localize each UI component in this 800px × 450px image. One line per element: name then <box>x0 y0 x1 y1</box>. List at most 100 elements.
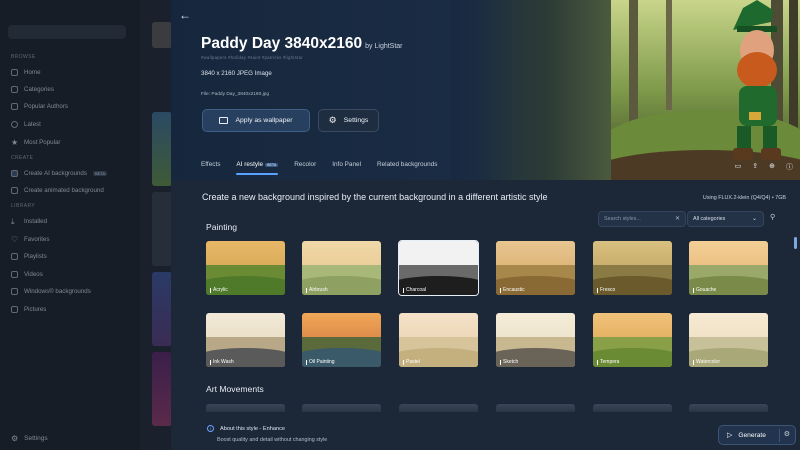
background-thumbnail <box>152 22 172 48</box>
back-arrow-icon[interactable]: ← <box>179 8 191 22</box>
detail-panel: ← Paddy Day 3840x2160 by LightStar #wallp… <box>171 0 800 450</box>
sidebar-item-label: Categories <box>24 85 54 93</box>
settings-button[interactable]: ⚙ Settings <box>318 109 379 132</box>
style-card-airbrush[interactable]: Airbrush <box>302 241 381 295</box>
sidebar-item-favorites[interactable]: ♡ Favorites <box>11 233 49 245</box>
sidebar-item-label: Pictures <box>24 305 47 313</box>
tab-info-panel[interactable]: Info Panel <box>332 161 361 174</box>
section-title-art-movements: Art Movements <box>206 384 264 394</box>
hero-banner: ← Paddy Day 3840x2160 by LightStar #wallp… <box>171 0 800 180</box>
style-card-ink-wash[interactable]: Ink Wash <box>206 313 285 367</box>
sidebar: BROWSE Home Categories Popular Authors L… <box>0 0 140 450</box>
restyle-headline: Create a new background inspired by the … <box>202 192 548 202</box>
title-text: Paddy Day 3840x2160 <box>201 35 363 52</box>
apply-wallpaper-label: Apply as wallpaper <box>235 117 293 124</box>
category-select[interactable]: All categories ⌄ <box>687 211 764 227</box>
style-card-watercolor[interactable]: Watercolor <box>689 313 768 367</box>
section-title-painting: Painting <box>206 222 238 232</box>
sidebar-item-label: Latest <box>24 120 41 128</box>
sidebar-search-input[interactable] <box>8 25 126 39</box>
sidebar-item-windows-backgrounds[interactable]: Windows® backgrounds <box>11 285 91 297</box>
download-icon: ⤓ <box>11 216 15 226</box>
sidebar-item-pictures[interactable]: Pictures <box>11 303 46 315</box>
style-card-partial[interactable] <box>399 404 478 412</box>
generate-button[interactable]: ▷ Generate ⚙ <box>718 425 796 445</box>
sidebar-item-label: Favorites <box>24 235 50 243</box>
sidebar-item-create-animated[interactable]: Create animated background <box>11 184 104 196</box>
info-icon: i <box>207 425 214 432</box>
style-label: Fresco <box>597 287 615 293</box>
info-icon[interactable]: ⓘ <box>786 162 793 172</box>
style-card-partial[interactable] <box>302 404 381 412</box>
sidebar-item-most-popular[interactable]: ★ Most Popular <box>11 136 60 148</box>
style-label: Acrylic <box>210 287 228 293</box>
sidebar-settings-label: Settings <box>24 435 48 442</box>
gear-icon: ⚙ <box>328 115 337 125</box>
gear-icon: ⚙ <box>11 434 19 443</box>
sidebar-item-label: Videos <box>24 270 43 278</box>
style-card-charcoal[interactable]: Charcoal <box>398 240 479 296</box>
search-styles-input[interactable]: Search styles... ✕ <box>598 211 686 227</box>
style-card-gouache[interactable]: Gouache <box>689 241 768 295</box>
style-card-encaustic[interactable]: Encaustic <box>496 241 575 295</box>
image-type: 3840 x 2160 JPEG Image <box>201 70 272 77</box>
tag-list[interactable]: #wallpapers #holiday #saint #patricks #l… <box>201 55 303 60</box>
sidebar-item-latest[interactable]: Latest <box>11 118 41 130</box>
style-card-oil-painting[interactable]: Oil Painting <box>302 313 381 367</box>
folder-icon[interactable]: ▭ <box>735 162 742 172</box>
style-card-partial[interactable] <box>496 404 575 412</box>
tab-label: Effects <box>201 161 221 168</box>
sidebar-item-installed[interactable]: ⤓ Installed <box>11 215 47 227</box>
style-card-sketch[interactable]: Sketch <box>496 313 575 367</box>
style-card-acrylic[interactable]: Acrylic <box>206 241 285 295</box>
sidebar-settings[interactable]: ⚙ Settings <box>11 434 48 443</box>
style-card-pastel[interactable]: Pastel <box>399 313 478 367</box>
category-value: All categories <box>693 216 726 222</box>
filter-icon[interactable]: ⚲ <box>770 213 775 221</box>
sidebar-item-home[interactable]: Home <box>11 66 41 78</box>
style-card-tempera[interactable]: Tempera <box>593 313 672 367</box>
style-label: Airbrush <box>306 287 328 293</box>
model-info: Using FLUX.2-klein (Q4/Q4) • 7GB <box>702 195 786 201</box>
style-card-partial[interactable] <box>206 404 285 412</box>
about-description: Boost quality and detail without changin… <box>217 437 328 443</box>
gear-icon[interactable]: ⚙ <box>784 430 790 438</box>
tab-effects[interactable]: Effects <box>201 161 220 174</box>
generate-label: Generate <box>738 431 766 439</box>
categories-icon <box>11 85 18 93</box>
style-card-partial[interactable] <box>593 404 672 412</box>
sidebar-item-popular-authors[interactable]: Popular Authors <box>11 100 68 112</box>
star-icon: ★ <box>11 137 19 147</box>
apply-wallpaper-button[interactable]: Apply as wallpaper <box>202 109 310 132</box>
style-label: Gouache <box>693 287 716 293</box>
style-label: Charcoal <box>403 287 426 293</box>
heart-icon: ♡ <box>11 234 19 244</box>
pictures-icon <box>11 305 18 313</box>
tab-ai-restyle[interactable]: AI restyle BETA <box>236 161 279 175</box>
style-card-partial[interactable] <box>689 404 768 412</box>
tab-recolor[interactable]: Recolor <box>294 161 316 174</box>
share-icon[interactable]: ⇪ <box>752 162 758 172</box>
background-thumbnail <box>152 112 172 186</box>
author-link[interactable]: by LightStar <box>365 43 402 50</box>
authors-icon <box>11 102 18 110</box>
tab-label: Related backgrounds <box>377 161 438 168</box>
sidebar-item-create-ai[interactable]: Create AI backgrounds BETA <box>11 167 108 179</box>
sidebar-heading-browse: BROWSE <box>11 54 36 60</box>
style-label: Watercolor <box>693 359 720 365</box>
style-about: i About this style - Enhance <box>207 425 285 432</box>
play-icon: ▷ <box>727 432 733 439</box>
clear-icon[interactable]: ✕ <box>675 215 680 222</box>
globe-icon[interactable]: ⊕ <box>769 162 775 172</box>
sidebar-item-playlists[interactable]: Playlists <box>11 250 47 262</box>
playlist-icon <box>11 252 18 260</box>
sidebar-heading-library: LIBRARY <box>11 203 36 209</box>
scrollbar[interactable] <box>794 237 797 249</box>
tab-related-backgrounds[interactable]: Related backgrounds <box>377 161 437 174</box>
sidebar-item-videos[interactable]: Videos <box>11 268 43 280</box>
style-card-fresco[interactable]: Fresco <box>593 241 672 295</box>
hero-fade <box>451 0 511 180</box>
sidebar-item-categories[interactable]: Categories <box>11 83 54 95</box>
tab-label: Info Panel <box>332 161 361 168</box>
background-thumbnail <box>152 192 172 266</box>
